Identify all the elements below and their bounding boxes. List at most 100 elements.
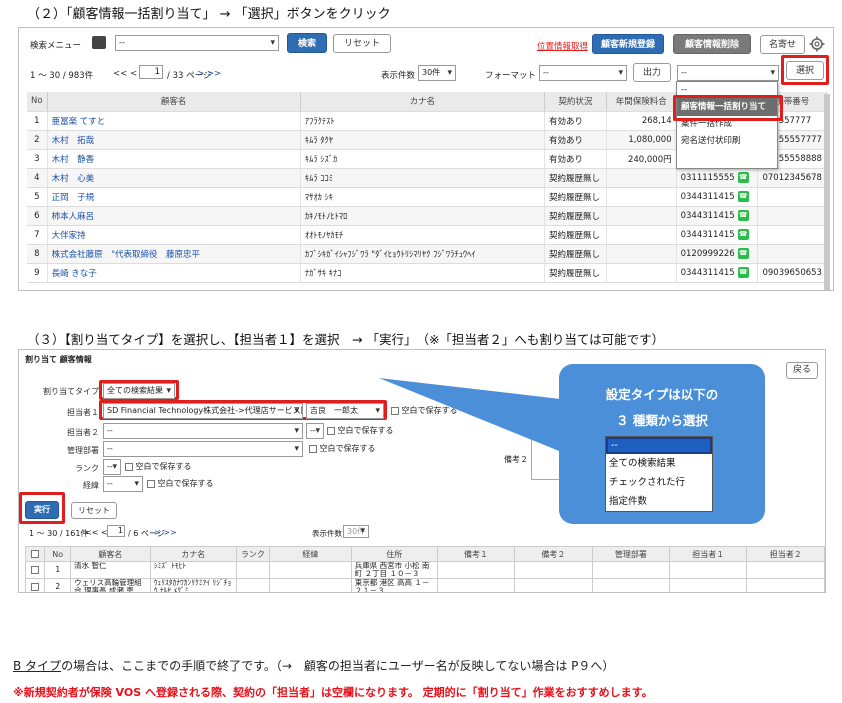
phone-icon[interactable]: ☎: [737, 191, 749, 202]
table-row[interactable]: 6 柿本人麻呂 ｶｷﾉﾓﾄﾉﾋﾄﾏﾛ 契約履歴無し 0344311415 ☎: [27, 206, 827, 226]
table-cell: [269, 578, 352, 592]
cell-name-text: 木村 静香: [51, 154, 95, 165]
cell-name[interactable]: 木村 拓哉: [47, 130, 301, 150]
select-all-checkbox[interactable]: [31, 550, 40, 558]
pager-prev[interactable]: << <: [113, 69, 137, 79]
route-keep-blank[interactable]: 空白で保存する: [147, 478, 214, 489]
staff2-person-select[interactable]: --: [306, 423, 324, 439]
table-cell: [669, 578, 748, 592]
dept-select[interactable]: --: [103, 441, 303, 457]
reset-button-2[interactable]: リセット: [71, 502, 117, 519]
table-cell: [24, 561, 46, 579]
table-row[interactable]: 7 大伴家持 ｵｵﾄﾓﾉﾔｶﾓﾁ 契約履歴無し 0344311415 ☎: [27, 225, 827, 245]
col-rank: ランク: [235, 546, 271, 562]
search-menu-select[interactable]: --: [115, 35, 279, 51]
table-row[interactable]: 1 清水 智仁 ｼﾐｽﾞ ﾄﾓﾋﾄ 兵庫県 西宮市 小松 南 町 ２丁目 １０－３: [24, 561, 825, 579]
callout-line2: ３ 種類から選択: [616, 413, 708, 428]
row-checkbox[interactable]: [31, 582, 40, 591]
cell-name[interactable]: 株式会社藤原 "代表取締役 藤原忠平: [47, 244, 301, 264]
execute-button[interactable]: 実行: [25, 501, 59, 519]
cell-premium: [606, 244, 677, 264]
col-premium: 年間保険料合: [606, 92, 677, 112]
new-customer-button[interactable]: 顧客新規登録: [592, 34, 664, 54]
action-select[interactable]: --: [677, 65, 779, 81]
format-select[interactable]: --: [539, 65, 627, 81]
cell-status-text: 契約履歴無し: [548, 173, 600, 184]
cell-mobile-text: 07012345678: [762, 172, 822, 183]
table-row[interactable]: 4 木村 心美 ｷﾑﾗ ｺｺﾐ 契約履歴無し 0311115555 ☎ 0701234567…: [27, 168, 827, 188]
cell-name-text: 亜冨楽 てすと: [51, 116, 106, 127]
phone-icon[interactable]: ☎: [737, 229, 749, 240]
cell-name[interactable]: 木村 静香: [47, 149, 301, 169]
cell-no-text: 1: [34, 115, 40, 126]
table-row[interactable]: 2 ウェリス高輪管理組 合 理事長 成瀬 恵ｳｪﾘｽﾀｶﾅﾜｶﾝﾘｸﾐｱｲ ﾘｼﾞ…: [24, 578, 825, 592]
phone-icon[interactable]: ☎: [737, 210, 749, 221]
scrollbar[interactable]: [824, 94, 830, 290]
delete-customer-button[interactable]: 顧客情報削除: [673, 34, 751, 54]
phone-icon[interactable]: ☎: [737, 267, 749, 278]
table-cell: ｳｪﾘｽﾀｶﾅﾜｶﾝﾘｸﾐｱｲ ﾘｼﾞﾁｮｳ ﾅﾙｾ ﾒｸﾞﾐ: [149, 578, 237, 592]
table-row[interactable]: 9 長崎 きな子 ﾅｶﾞｻｷ ｷﾅｺ 契約履歴無し 0344311415 ☎ 0903965…: [27, 263, 827, 283]
cell-name[interactable]: 柿本人麻呂: [47, 206, 301, 226]
assign-header: 割り当て 顧客情報: [25, 355, 92, 364]
cell-kana: ｷﾑﾗ ﾀｸﾔ: [300, 130, 545, 150]
phone-icon[interactable]: ☎: [737, 248, 749, 259]
cell-status: 契約履歴無し: [544, 263, 607, 283]
format-label: フォーマット: [485, 71, 537, 81]
col-staff2: 担当者２: [746, 546, 825, 562]
cell-mobile: 07012345678: [757, 168, 827, 188]
cell-premium: [606, 225, 677, 245]
display-count2-select[interactable]: 30件: [343, 525, 369, 538]
cell-name[interactable]: 長崎 きな子: [47, 263, 301, 283]
dept-keep-blank[interactable]: 空白で保存する: [309, 443, 376, 454]
page2-input[interactable]: 1: [107, 525, 125, 537]
cell-status-text: 契約履歴無し: [548, 211, 600, 222]
staff1-company-select[interactable]: SD Financial Technology株式会社->代理店サービス開発部: [103, 403, 303, 419]
page-input[interactable]: 1: [139, 65, 163, 79]
cell-no: 9: [27, 263, 48, 283]
display-count2-label: 表示件数: [312, 529, 342, 538]
search-button[interactable]: 検索: [287, 33, 327, 53]
table-cell: [746, 561, 825, 579]
location-link[interactable]: 位置情報取得: [537, 40, 588, 52]
row-checkbox[interactable]: [31, 565, 40, 574]
table-cell: [591, 561, 671, 579]
table-header-row: No 顧客名 カナ名 ランク 経緯 住所 備考１ 備考２ 管理部署 担当者１ 担…: [24, 546, 825, 562]
pager2-next[interactable]: > >>: [154, 528, 177, 537]
cell-tel: 0120999226 ☎: [676, 244, 759, 264]
table-row[interactable]: 5 正岡 子規 ﾏｻｵｶ ｼｷ 契約履歴無し 0344311415 ☎: [27, 187, 827, 207]
route-select[interactable]: --: [103, 476, 143, 492]
type-option[interactable]: 指定件数: [606, 492, 712, 511]
type-option[interactable]: 全ての検索結果: [606, 454, 712, 473]
staff2-company-select[interactable]: --: [103, 423, 303, 439]
select-button[interactable]: 選択: [786, 61, 824, 80]
output-button[interactable]: 出力: [633, 63, 671, 82]
pager-next[interactable]: > >>: [197, 69, 221, 79]
cell-name[interactable]: 木村 心美: [47, 168, 301, 188]
cell-status-text: 契約履歴無し: [548, 230, 600, 241]
checkbox[interactable]: [125, 462, 133, 471]
reset-button[interactable]: リセット: [333, 34, 391, 53]
cell-name[interactable]: 正岡 子規: [47, 187, 301, 207]
dropdown-item[interactable]: 宛名送付状印刷: [677, 133, 777, 150]
cell-kana: ﾏｻｵｶ ｼｷ: [300, 187, 545, 207]
table-row[interactable]: 8 株式会社藤原 "代表取締役 藤原忠平 ｶﾌﾞｼｷｶﾞｲｼｬﾌｼﾞﾜﾗ "ﾀﾞｲﾋ…: [27, 244, 827, 264]
cell-name[interactable]: 亜冨楽 てすと: [47, 111, 301, 131]
type-select[interactable]: 全ての検索結果: [103, 383, 175, 399]
type-option[interactable]: --: [606, 437, 712, 454]
checkbox[interactable]: [327, 426, 335, 435]
pager2-prev[interactable]: << <: [85, 528, 108, 537]
type-option[interactable]: チェックされた行: [606, 473, 712, 492]
display-count-select[interactable]: 30件: [418, 65, 456, 81]
list-icon[interactable]: [92, 36, 106, 49]
cell-name[interactable]: 大伴家持: [47, 225, 301, 245]
checkbox[interactable]: [309, 444, 317, 453]
rank-select[interactable]: --: [103, 459, 121, 475]
rank-keep-blank[interactable]: 空白で保存する: [125, 461, 192, 472]
back-button[interactable]: 戻る: [786, 362, 818, 379]
gear-icon[interactable]: [809, 36, 825, 52]
card-button[interactable]: 名寄せ: [760, 35, 805, 54]
cell-no: 6: [27, 206, 48, 226]
checkbox[interactable]: [147, 479, 155, 488]
phone-icon[interactable]: ☎: [737, 172, 749, 183]
